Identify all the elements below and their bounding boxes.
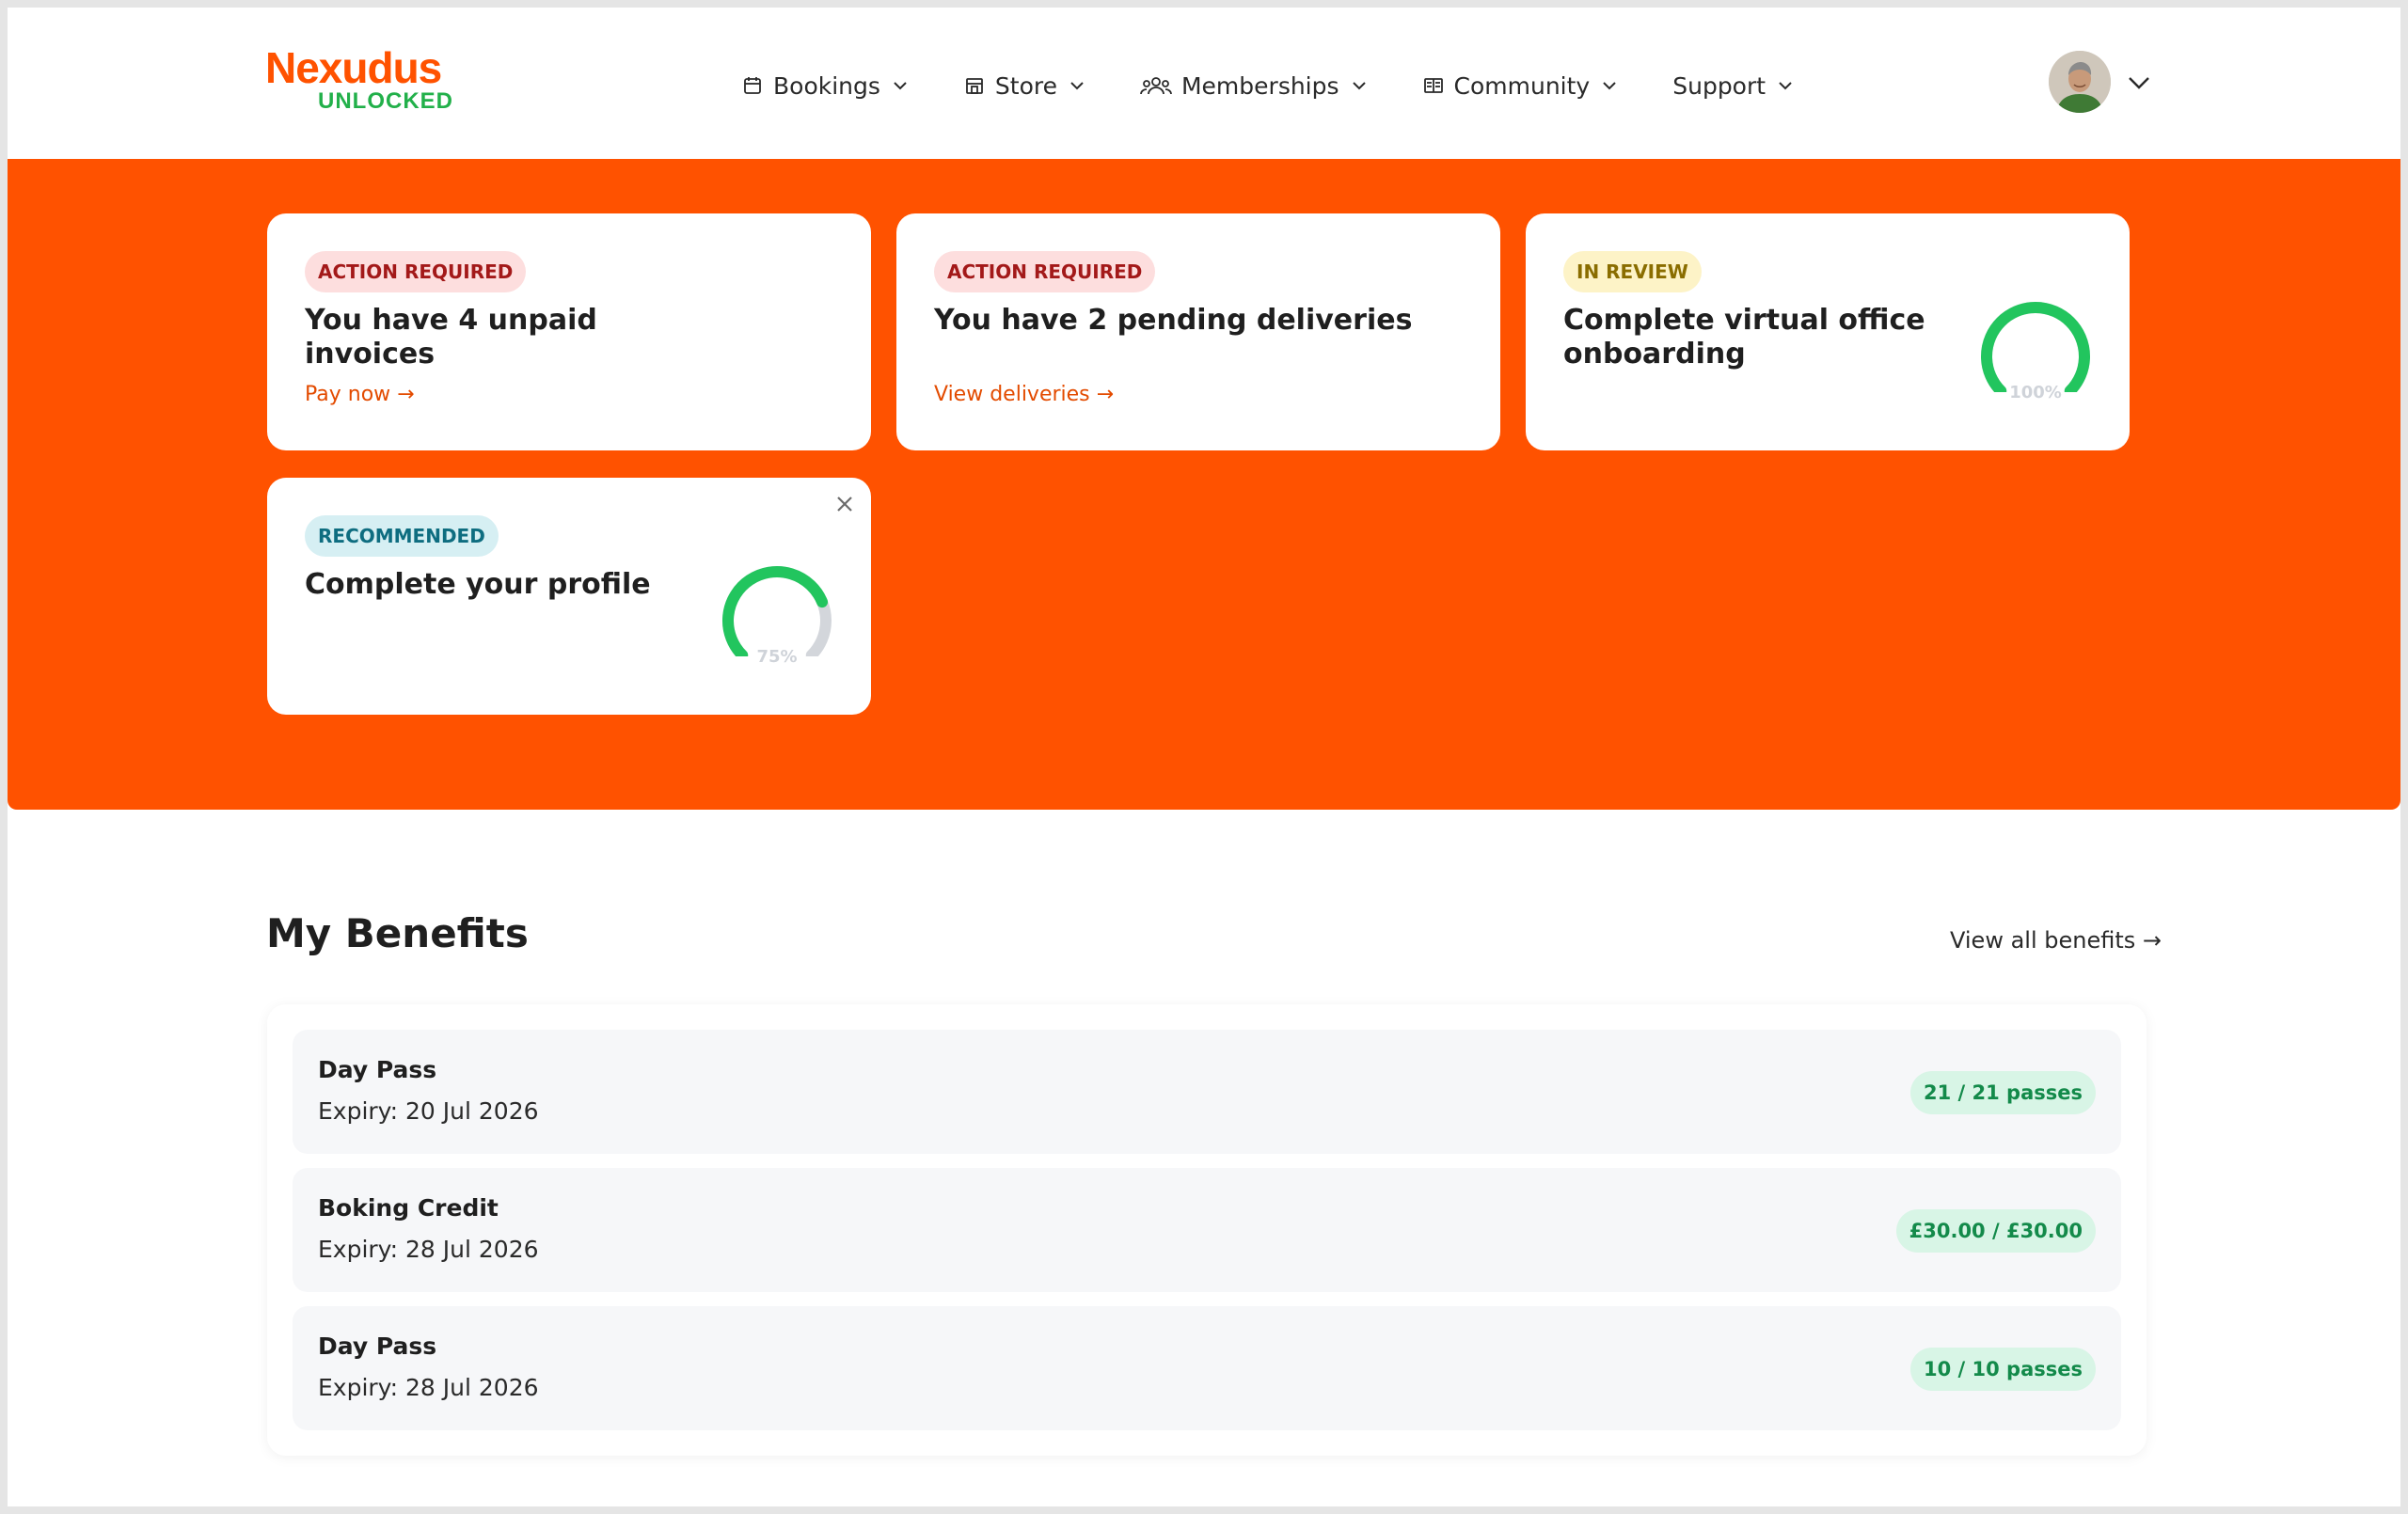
close-icon[interactable] <box>832 491 858 517</box>
nav-bookings[interactable]: Bookings <box>741 64 911 107</box>
main-nav: Bookings Store Memberships Community Sup… <box>741 64 1796 107</box>
nav-support[interactable]: Support <box>1672 64 1796 107</box>
logo-subtitle: UNLOCKED <box>318 88 453 114</box>
hero-banner: ACTION REQUIRED You have 4 unpaid invoic… <box>8 159 2400 810</box>
store-icon <box>963 74 986 97</box>
view-deliveries-link[interactable]: View deliveries → <box>934 383 1114 406</box>
card-title: Complete your profile <box>305 568 651 601</box>
gauge-fill <box>722 566 829 661</box>
benefit-balance-badge: 10 / 10 passes <box>1910 1348 2096 1391</box>
chevron-down-icon <box>1599 75 1620 96</box>
status-badge: ACTION REQUIRED <box>305 251 527 292</box>
logo[interactable]: Nexudus UNLOCKED <box>265 43 453 118</box>
benefit-balance-badge: 21 / 21 passes <box>1910 1071 2096 1114</box>
nav-store[interactable]: Store <box>963 64 1087 107</box>
card-title: You have 2 pending deliveries <box>934 304 1413 337</box>
chevron-down-icon <box>1775 75 1796 96</box>
progress-gauge: 100% <box>1970 298 2101 411</box>
view-all-benefits-link[interactable]: View all benefits → <box>1950 927 2162 954</box>
card-complete-profile[interactable]: RECOMMENDED Complete your profile 75% <box>267 478 871 715</box>
logo-brand: Nexudus <box>265 43 442 92</box>
card-unpaid-invoices: ACTION REQUIRED You have 4 unpaid invoic… <box>267 213 871 450</box>
nav-memberships-label: Memberships <box>1180 71 1339 100</box>
user-menu-chevron-icon[interactable] <box>2125 69 2153 97</box>
list-item[interactable]: Day Pass Expiry: 28 Jul 2026 10 / 10 pas… <box>293 1306 2121 1430</box>
progress-label: 100% <box>2009 383 2062 402</box>
list-item[interactable]: Boking Credit Expiry: 28 Jul 2026 £30.00… <box>293 1168 2121 1292</box>
status-badge: IN REVIEW <box>1563 251 1702 292</box>
progress-gauge: 75% <box>711 562 843 675</box>
benefit-expiry: Expiry: 20 Jul 2026 <box>318 1097 539 1125</box>
card-pending-deliveries: ACTION REQUIRED You have 2 pending deliv… <box>896 213 1500 450</box>
nav-store-label: Store <box>994 71 1057 100</box>
progress-gauge-svg <box>1981 302 2090 397</box>
card-title: Complete virtual office onboarding <box>1563 304 1925 371</box>
benefit-name: Day Pass <box>318 1333 437 1360</box>
page: Nexudus UNLOCKED Bookings Store Membersh… <box>8 8 2400 1506</box>
benefit-expiry: Expiry: 28 Jul 2026 <box>318 1236 539 1263</box>
nav-memberships[interactable]: Memberships <box>1140 64 1370 107</box>
benefit-balance-badge: £30.00 / £30.00 <box>1895 1209 2096 1253</box>
newspaper-icon <box>1422 74 1445 97</box>
nav-bookings-label: Bookings <box>773 71 880 100</box>
progress-gauge-svg <box>722 566 832 661</box>
benefits-list: Day Pass Expiry: 20 Jul 2026 21 / 21 pas… <box>267 1004 2147 1456</box>
people-icon <box>1140 74 1172 97</box>
benefit-name: Day Pass <box>318 1056 437 1083</box>
gauge-fill <box>1981 302 2090 397</box>
card-virtual-office-onboarding[interactable]: IN REVIEW Complete virtual office onboar… <box>1526 213 2130 450</box>
avatar[interactable] <box>2049 51 2111 113</box>
calendar-icon <box>741 74 764 97</box>
chevron-down-icon <box>1067 75 1087 96</box>
card-title: You have 4 unpaid invoices <box>305 304 597 371</box>
status-badge: RECOMMENDED <box>305 515 499 557</box>
top-header: Nexudus UNLOCKED Bookings Store Membersh… <box>8 8 2400 159</box>
chevron-down-icon <box>890 75 911 96</box>
list-item[interactable]: Day Pass Expiry: 20 Jul 2026 21 / 21 pas… <box>293 1030 2121 1154</box>
section-title: My Benefits <box>266 910 529 956</box>
chevron-down-icon <box>1349 75 1370 96</box>
pay-now-link[interactable]: Pay now → <box>305 383 415 406</box>
benefit-expiry: Expiry: 28 Jul 2026 <box>318 1374 539 1401</box>
benefit-name: Boking Credit <box>318 1194 499 1222</box>
nav-community[interactable]: Community <box>1422 64 1621 107</box>
status-badge: ACTION REQUIRED <box>934 251 1156 292</box>
progress-label: 75% <box>756 647 798 667</box>
nav-support-label: Support <box>1672 71 1766 100</box>
nav-community-label: Community <box>1453 71 1591 100</box>
